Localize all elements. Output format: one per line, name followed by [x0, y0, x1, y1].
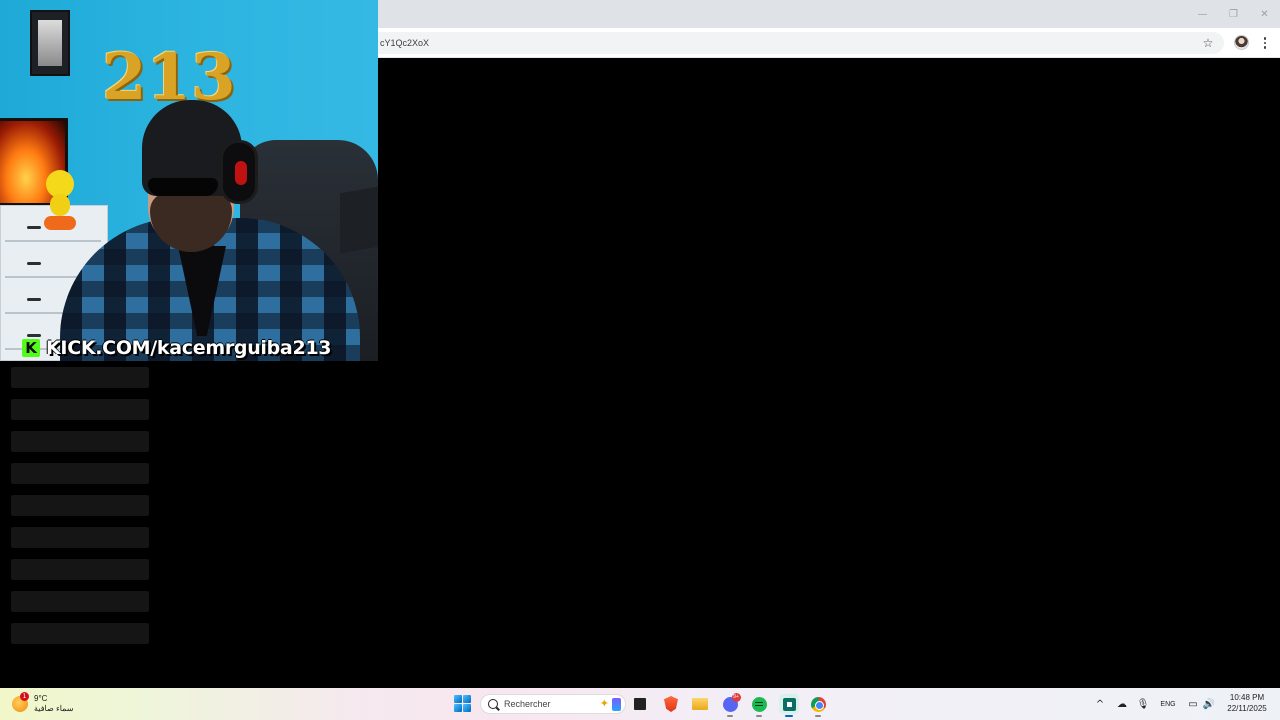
network-icon[interactable]: ▭ — [1186, 696, 1200, 712]
bookmark-star-icon[interactable]: ☆ — [1200, 35, 1216, 51]
sparkle-icon: ✦ — [599, 697, 609, 710]
language-indicator[interactable]: ENG — [1157, 696, 1179, 712]
chrome-icon — [810, 696, 826, 712]
window-controls: — ❐ ✕ — [1187, 0, 1280, 28]
onedrive-cloud-icon[interactable]: ☁ — [1114, 696, 1130, 712]
skeleton-placeholder-row — [11, 591, 149, 612]
browser-titlebar: — ❐ ✕ — [378, 0, 1280, 28]
clock-time: 10:48 PM — [1229, 693, 1265, 702]
discord-notification-badge: 9+ — [731, 692, 741, 702]
app-icon — [782, 697, 796, 711]
wall-picture-frame — [30, 10, 70, 76]
sunglasses — [148, 178, 218, 196]
weather-condition: سماء صافية — [34, 704, 74, 713]
volume-icon[interactable]: 🔊 — [1202, 696, 1216, 712]
screen: — ❐ ✕ cY1Qc2XoX ☆ 213 K KICK.COM/kacemrg… — [0, 0, 1280, 720]
taskbar-clock[interactable]: 10:48 PM 22/11/2025 — [1222, 692, 1272, 714]
kick-channel-banner: K KICK.COM/kacemrguiba213 — [22, 336, 332, 360]
kick-channel-url: KICK.COM/kacemrguiba213 — [46, 337, 332, 359]
skeleton-placeholder-row — [11, 399, 149, 420]
skeleton-placeholder-row — [11, 527, 149, 548]
skeleton-placeholder-row — [11, 559, 149, 580]
windows-taskbar: 1 9°C سماء صافية Rechercher ✦ 9+ ^ ☁ 🎙 E… — [0, 688, 1280, 720]
active-indicator — [785, 715, 793, 717]
copilot-icon — [612, 698, 621, 711]
weather-alert-badge: 1 — [20, 692, 29, 701]
show-hidden-icons-chevron[interactable]: ^ — [1094, 696, 1106, 712]
search-placeholder: Rechercher — [504, 699, 551, 709]
close-button[interactable]: ✕ — [1249, 0, 1280, 28]
taskbar-spotify[interactable] — [749, 694, 769, 717]
skeleton-placeholder-row — [11, 367, 149, 388]
profile-avatar[interactable] — [1234, 35, 1249, 50]
loading-skeleton-list — [11, 367, 149, 655]
microphone-icon[interactable]: 🎙 — [1137, 696, 1150, 712]
skeleton-placeholder-row — [11, 463, 149, 484]
weather-temperature: 9°C — [34, 694, 48, 703]
taskbar-search[interactable]: Rechercher ✦ — [480, 694, 626, 714]
start-button[interactable] — [454, 695, 471, 712]
taskbar-brave[interactable] — [661, 694, 681, 714]
kick-logo-icon: K — [22, 339, 40, 357]
maximize-button[interactable]: ❐ — [1218, 0, 1249, 28]
brave-icon — [664, 696, 678, 712]
running-indicator — [756, 715, 762, 717]
skeleton-placeholder-row — [11, 495, 149, 516]
taskbar-file-explorer[interactable] — [690, 694, 710, 714]
skeleton-placeholder-row — [11, 623, 149, 644]
address-bar[interactable]: cY1Qc2XoX ☆ — [378, 32, 1224, 54]
task-view-button[interactable] — [630, 694, 650, 714]
running-indicator — [815, 715, 821, 717]
weather-widget[interactable]: 1 9°C سماء صافية — [12, 691, 74, 717]
task-view-icon — [634, 698, 646, 710]
folder-icon — [692, 698, 708, 710]
skeleton-placeholder-row — [11, 431, 149, 452]
taskbar-discord[interactable]: 9+ — [720, 692, 741, 717]
yellow-bird-figure — [44, 170, 76, 232]
running-indicator — [727, 715, 733, 717]
webcam-overlay: 213 K KICK.COM/kacemrguiba213 — [0, 0, 378, 361]
spotify-icon — [751, 696, 767, 712]
taskbar-active-app[interactable] — [779, 694, 799, 717]
taskbar-chrome[interactable] — [808, 694, 828, 717]
kebab-menu-icon[interactable] — [1258, 33, 1272, 53]
clock-date: 22/11/2025 — [1227, 704, 1267, 713]
sun-icon: 1 — [12, 692, 29, 712]
discord-icon: 9+ — [722, 692, 741, 712]
minimize-button[interactable]: — — [1187, 0, 1218, 28]
address-bar-url[interactable]: cY1Qc2XoX — [380, 32, 429, 54]
browser-toolbar: cY1Qc2XoX ☆ — [378, 28, 1280, 58]
headphones — [220, 140, 258, 204]
monitor-edge — [340, 186, 378, 254]
search-icon — [488, 699, 498, 709]
